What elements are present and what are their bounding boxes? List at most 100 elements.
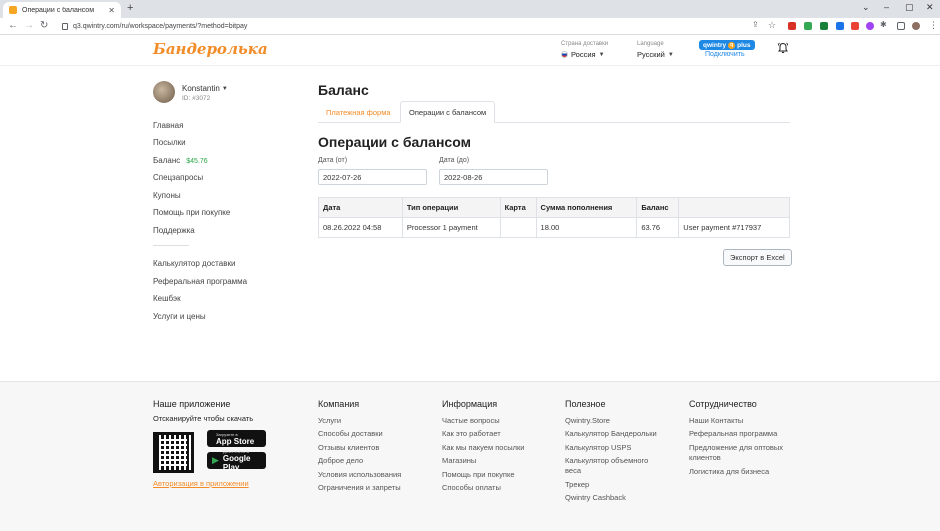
browser-tab[interactable]: Операции с балансом ✕ bbox=[3, 2, 121, 18]
sidebar-item-home[interactable]: Главная bbox=[153, 121, 183, 130]
minimize-icon[interactable]: – bbox=[884, 2, 889, 12]
footer-link[interactable]: Реферальная программа bbox=[689, 429, 777, 439]
new-tab-icon[interactable]: + bbox=[127, 2, 133, 14]
browser-toolbar: ← → ↻ q3.qwintry.com/ru/workspace/paymen… bbox=[0, 18, 940, 35]
sidebar-item-delivery-calculator[interactable]: Калькулятор доставки bbox=[153, 259, 235, 268]
reload-icon[interactable]: ↻ bbox=[40, 20, 48, 31]
extension-icon[interactable] bbox=[866, 22, 874, 30]
country-value: Россия bbox=[571, 50, 596, 59]
footer-link[interactable]: Отзывы клиентов bbox=[318, 443, 379, 453]
extension-icon[interactable] bbox=[820, 22, 828, 30]
footer-link[interactable]: Логистика для бизнеса bbox=[689, 467, 769, 477]
appstore-big-text: App Store bbox=[216, 436, 255, 446]
sidebar-item-referral[interactable]: Реферальная программа bbox=[153, 277, 247, 286]
user-menu[interactable]: Konstantin ▼ bbox=[182, 84, 228, 93]
kebab-menu-icon[interactable]: ⋮ bbox=[929, 20, 938, 31]
share-icon[interactable]: ⇪ bbox=[752, 20, 759, 29]
plus-badge-text: qwintry bbox=[703, 41, 727, 49]
gplay-big-text: Google Play bbox=[222, 454, 251, 472]
footer-link[interactable]: Услуги bbox=[318, 416, 341, 426]
sidebar-item-balance[interactable]: Баланс $45.76 bbox=[153, 156, 208, 165]
footer-link[interactable]: Частые вопросы bbox=[442, 416, 500, 426]
gmail-extension-icon[interactable] bbox=[788, 22, 796, 30]
sidebar-item-label: Баланс bbox=[153, 156, 181, 165]
footer-link[interactable]: Доброе дело bbox=[318, 456, 363, 466]
footer-link[interactable]: Способы оплаты bbox=[442, 483, 501, 493]
extension-icon[interactable] bbox=[851, 22, 859, 30]
logo[interactable]: Бандеролька bbox=[153, 40, 268, 58]
sidepanel-icon[interactable] bbox=[897, 22, 905, 30]
sidebar-item-coupons[interactable]: Купоны bbox=[153, 191, 181, 200]
puzzle-icon[interactable]: ✱ bbox=[880, 20, 887, 29]
cell-balance: 63.76 bbox=[636, 217, 680, 238]
column-header: Карта bbox=[499, 197, 537, 218]
tab-balance-operations[interactable]: Операции с балансом bbox=[400, 101, 496, 123]
chevron-down-icon[interactable]: ⌄ bbox=[862, 2, 870, 13]
column-header: Тип операции bbox=[401, 197, 501, 218]
connect-plus-link[interactable]: Подключить bbox=[705, 51, 745, 58]
sidebar-item-support[interactable]: Поддержка bbox=[153, 226, 195, 235]
footer-link[interactable]: Как мы пакуем посылки bbox=[442, 443, 524, 453]
address-bar[interactable]: q3.qwintry.com/ru/workspace/payments/?me… bbox=[62, 19, 702, 33]
footer-link[interactable]: Способы доставки bbox=[318, 429, 383, 439]
cell-description: User payment #717937 bbox=[678, 217, 790, 238]
footer-link[interactable]: Как это работает bbox=[442, 429, 501, 439]
footer-link[interactable]: Предложение для оптовых клиентов bbox=[689, 443, 799, 463]
footer-col-title-company: Компания bbox=[318, 399, 360, 409]
footer-link[interactable]: Ограничения и запреты bbox=[318, 483, 401, 493]
footer-link[interactable]: Qwintry Cashback bbox=[565, 493, 626, 503]
back-icon[interactable]: ← bbox=[8, 20, 18, 31]
russia-flag-icon bbox=[561, 51, 568, 58]
export-excel-button[interactable]: Экспорт в Excel bbox=[723, 249, 792, 266]
language-select[interactable]: Русский ▼ bbox=[637, 50, 674, 59]
extension-icon[interactable] bbox=[836, 22, 844, 30]
app-store-button[interactable]: Загрузите в App Store bbox=[207, 430, 266, 447]
site-header: Бандеролька bbox=[0, 36, 940, 66]
sidebar-item-special-requests[interactable]: Спецзапросы bbox=[153, 173, 203, 182]
close-window-icon[interactable]: ✕ bbox=[926, 2, 934, 13]
sidebar-item-purchase-help[interactable]: Помощь при покупке bbox=[153, 208, 230, 217]
footer-col-title-useful: Полезное bbox=[565, 399, 606, 409]
bell-icon[interactable] bbox=[777, 42, 789, 54]
google-play-button[interactable]: ▶ ДОСТУПНО В Google Play bbox=[207, 449, 266, 472]
date-to-label: Дата (до) bbox=[439, 157, 470, 164]
language-value: Русский bbox=[637, 50, 665, 59]
date-from-input[interactable] bbox=[318, 169, 427, 185]
date-to-input[interactable] bbox=[439, 169, 548, 185]
cell-date: 08.26.2022 04:58 bbox=[318, 217, 403, 238]
country-select[interactable]: Россия ▼ bbox=[561, 50, 605, 59]
footer-link[interactable]: Qwintry.Store bbox=[565, 416, 610, 426]
tab-payment-form[interactable]: Платежная форма bbox=[318, 101, 399, 123]
sidebar-item-parcels[interactable]: Посылки bbox=[153, 138, 186, 147]
footer-link[interactable]: Калькулятор Бандерольки bbox=[565, 429, 657, 439]
qwintry-logo-icon: q bbox=[728, 41, 736, 49]
bookmark-star-icon[interactable]: ☆ bbox=[768, 20, 776, 31]
column-header bbox=[678, 197, 790, 218]
footer-link[interactable]: Калькулятор объемного веса bbox=[565, 456, 665, 476]
footer-link[interactable]: Условия использования bbox=[318, 470, 401, 480]
footer-link[interactable]: Калькулятор USPS bbox=[565, 443, 631, 453]
lock-icon bbox=[62, 22, 68, 30]
maximize-icon[interactable]: ▢ bbox=[905, 2, 914, 13]
footer-link[interactable]: Трекер bbox=[565, 480, 589, 490]
forward-icon[interactable]: → bbox=[24, 20, 34, 31]
browser-tabstrip: Операции с балансом ✕ + ⌄ – ▢ ✕ bbox=[0, 0, 940, 18]
close-icon[interactable]: ✕ bbox=[108, 6, 115, 15]
cell-amount: 18.00 bbox=[535, 217, 638, 238]
profile-avatar-icon[interactable] bbox=[912, 22, 920, 30]
site-favicon-icon bbox=[9, 6, 17, 14]
sidebar-item-services-prices[interactable]: Услуги и цены bbox=[153, 312, 206, 321]
extension-icon[interactable] bbox=[804, 22, 812, 30]
footer-link[interactable]: Магазины bbox=[442, 456, 476, 466]
username: Konstantin bbox=[182, 84, 220, 93]
cell-operation-type: Processor 1 payment bbox=[401, 217, 501, 238]
footer-link[interactable]: Помощь при покупке bbox=[442, 470, 515, 480]
url-text: q3.qwintry.com/ru/workspace/payments/?me… bbox=[73, 22, 248, 30]
plus-word: plus bbox=[737, 41, 751, 49]
app-auth-link[interactable]: Авторизация в приложении bbox=[153, 479, 249, 488]
qwintry-plus-badge[interactable]: qwintry q plus bbox=[699, 40, 755, 50]
sidebar-item-cashback[interactable]: Кешбэк bbox=[153, 294, 181, 303]
column-header: Сумма пополнения bbox=[535, 197, 638, 218]
footer-link[interactable]: Наши Контакты bbox=[689, 416, 743, 426]
avatar[interactable] bbox=[153, 81, 175, 103]
